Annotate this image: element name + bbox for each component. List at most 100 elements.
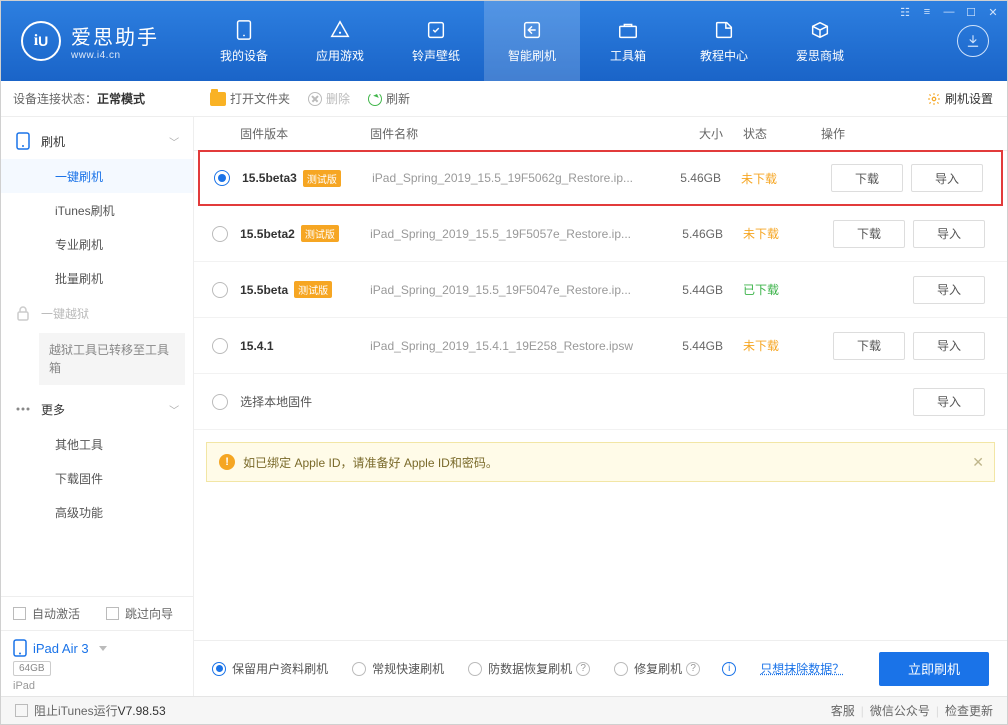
mode-anti-recovery[interactable]: 防数据恢复刷机? — [468, 660, 590, 677]
delete-icon — [308, 92, 322, 106]
firmware-row[interactable]: 15.5beta 测试版 iPad_Spring_2019_15.5_19F50… — [194, 262, 1007, 318]
open-folder-button[interactable]: 打开文件夹 — [210, 90, 290, 107]
nav-item-5[interactable]: 教程中心 — [676, 1, 772, 81]
row-radio[interactable] — [212, 226, 228, 242]
nav-icon — [617, 19, 639, 41]
sidebar-group-flash[interactable]: 刷机 ﹀ — [1, 123, 193, 159]
row-size: 5.44GB — [645, 283, 731, 297]
device-panel[interactable]: iPad Air 3 64GB iPad — [1, 630, 193, 696]
erase-only-link[interactable]: 只想抹除数据？ — [760, 660, 844, 677]
info-icon[interactable]: i — [722, 662, 736, 676]
sidebar-item-download-firmware[interactable]: 下载固件 — [1, 461, 193, 495]
sidebar-group-jailbreak[interactable]: 一键越狱 — [1, 295, 193, 331]
row-radio[interactable] — [214, 170, 230, 186]
phone-icon — [15, 133, 31, 149]
sidebar-item-batch-flash[interactable]: 批量刷机 — [1, 261, 193, 295]
mode-repair[interactable]: 修复刷机? — [614, 660, 700, 677]
nav-icon — [713, 19, 735, 41]
row-radio[interactable] — [212, 394, 228, 410]
import-button[interactable]: 导入 — [913, 220, 985, 248]
download-manager-button[interactable] — [957, 25, 989, 57]
flash-mode-bar: 保留用户资料刷机 常规快速刷机 防数据恢复刷机? 修复刷机? i 只想抹除数据？… — [194, 640, 1007, 696]
nav-icon — [425, 19, 447, 41]
sidebar-item-pro-flash[interactable]: 专业刷机 — [1, 227, 193, 261]
nav-item-3[interactable]: 智能刷机 — [484, 1, 580, 81]
footer: 阻止iTunes运行 V7.98.53 客服 | 微信公众号 | 检查更新 — [1, 696, 1007, 724]
mode-normal[interactable]: 常规快速刷机 — [352, 660, 444, 677]
import-button[interactable]: 导入 — [913, 276, 985, 304]
row-radio[interactable] — [212, 282, 228, 298]
refresh-icon — [368, 92, 382, 106]
footer-check-update[interactable]: 检查更新 — [945, 702, 993, 719]
window-list-icon[interactable]: ≡ — [920, 5, 934, 19]
warning-icon: ! — [219, 454, 235, 470]
row-size: 5.44GB — [645, 339, 731, 353]
window-menu-icon[interactable]: ☷ — [898, 5, 912, 19]
skip-guide-label: 跳过向导 — [125, 605, 173, 622]
notice-close-button[interactable]: ✕ — [972, 454, 984, 471]
row-status: 已下载 — [731, 281, 821, 298]
row-filename: iPad_Spring_2019_15.4.1_19E258_Restore.i… — [370, 339, 645, 353]
row-version: 15.5beta 测试版 — [240, 281, 370, 298]
window-close-icon[interactable]: ✕ — [986, 5, 1000, 19]
sidebar-item-one-key-flash[interactable]: 一键刷机 — [1, 159, 193, 193]
row-size: 5.46GB — [645, 227, 731, 241]
connection-status: 设备连接状态：正常模式 — [1, 81, 196, 117]
nav-item-2[interactable]: 铃声壁纸 — [388, 1, 484, 81]
row-status: 未下载 — [731, 225, 821, 242]
nav-item-6[interactable]: 爱思商城 — [772, 1, 868, 81]
nav-icon — [809, 19, 831, 41]
col-action: 操作 — [821, 125, 985, 142]
refresh-button[interactable]: 刷新 — [368, 90, 410, 107]
col-version: 固件版本 — [240, 125, 370, 142]
nav-item-4[interactable]: 工具箱 — [580, 1, 676, 81]
flash-settings-button[interactable]: 刷机设置 — [927, 90, 993, 107]
help-icon[interactable]: ? — [576, 662, 590, 676]
sidebar-item-itunes-flash[interactable]: iTunes刷机 — [1, 193, 193, 227]
block-itunes-label: 阻止iTunes运行 — [34, 702, 118, 719]
start-flash-button[interactable]: 立即刷机 — [879, 652, 989, 686]
import-button[interactable]: 导入 — [911, 164, 983, 192]
firmware-row[interactable]: 15.4.1 iPad_Spring_2019_15.4.1_19E258_Re… — [194, 318, 1007, 374]
download-button[interactable]: 下载 — [833, 332, 905, 360]
window-maximize-icon[interactable]: ☐ — [964, 5, 978, 19]
firmware-row-local[interactable]: 选择本地固件 导入 — [194, 374, 1007, 430]
firmware-list: 15.5beta3 测试版 iPad_Spring_2019_15.5_19F5… — [194, 151, 1007, 430]
download-button[interactable]: 下载 — [833, 220, 905, 248]
download-button[interactable]: 下载 — [831, 164, 903, 192]
footer-wechat[interactable]: 微信公众号 — [870, 702, 930, 719]
import-button[interactable]: 导入 — [913, 332, 985, 360]
auto-activate-checkbox[interactable] — [13, 607, 26, 620]
nav-icon — [233, 19, 255, 41]
title-bar: ☷ ≡ — ☐ ✕ 爱思助手 www.i4.cn 我的设备应用游戏铃声壁纸智能刷… — [1, 1, 1007, 81]
folder-icon — [210, 92, 226, 106]
chevron-down-icon: ﹀ — [169, 134, 179, 149]
col-name: 固件名称 — [370, 125, 645, 142]
delete-button[interactable]: 删除 — [308, 90, 350, 107]
import-button[interactable]: 导入 — [913, 388, 985, 416]
table-header: 固件版本 固件名称 大小 状态 操作 — [194, 117, 1007, 151]
footer-support[interactable]: 客服 — [831, 702, 855, 719]
mode-keep-data[interactable]: 保留用户资料刷机 — [212, 660, 328, 677]
appleid-notice: ! 如已绑定 Apple ID，请准备好 Apple ID和密码。 ✕ — [206, 442, 995, 482]
help-icon[interactable]: ? — [686, 662, 700, 676]
nav-icon — [329, 19, 351, 41]
skip-guide-checkbox[interactable] — [106, 607, 119, 620]
chevron-down-icon: ﹀ — [169, 402, 179, 417]
nav-item-1[interactable]: 应用游戏 — [292, 1, 388, 81]
sidebar-item-advanced[interactable]: 高级功能 — [1, 495, 193, 529]
row-status: 未下载 — [729, 170, 819, 187]
firmware-row[interactable]: 15.5beta2 测试版 iPad_Spring_2019_15.5_19F5… — [194, 206, 1007, 262]
sidebar-item-other-tools[interactable]: 其他工具 — [1, 427, 193, 461]
row-radio[interactable] — [212, 338, 228, 354]
device-icon — [13, 639, 27, 657]
firmware-row[interactable]: 15.5beta3 测试版 iPad_Spring_2019_15.5_19F5… — [198, 150, 1003, 206]
row-version: 15.5beta3 测试版 — [242, 170, 372, 187]
lock-icon — [15, 305, 31, 321]
sidebar-group-more[interactable]: 更多 ﹀ — [1, 391, 193, 427]
auto-activate-label: 自动激活 — [32, 605, 80, 622]
block-itunes-checkbox[interactable] — [15, 704, 28, 717]
window-minimize-icon[interactable]: — — [942, 5, 956, 19]
nav-item-0[interactable]: 我的设备 — [196, 1, 292, 81]
chevron-down-icon[interactable] — [99, 646, 107, 651]
